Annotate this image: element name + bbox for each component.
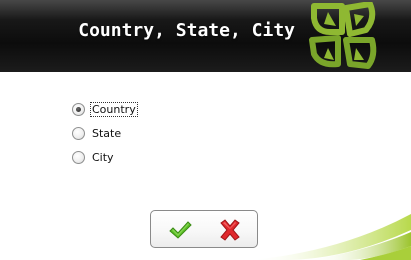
checkmark-icon[interactable] [168,219,192,241]
decorative-swoosh [250,214,411,260]
country-radio[interactable] [72,102,85,116]
dialog-title: Country, State, City [78,20,295,41]
country-label[interactable]: Country [90,101,138,117]
option-country[interactable]: Country [72,97,138,121]
option-city[interactable]: City [72,145,137,169]
button-panel [150,210,258,248]
header-bar: Country, State, City [0,0,411,72]
clover-logo-icon [309,2,377,69]
option-state[interactable]: State [72,121,137,145]
state-radio[interactable] [72,126,85,140]
city-label[interactable]: City [91,151,115,164]
option-group: Country State City [72,97,138,169]
state-label[interactable]: State [91,127,122,140]
x-icon[interactable] [218,219,242,241]
city-radio[interactable] [72,150,85,164]
